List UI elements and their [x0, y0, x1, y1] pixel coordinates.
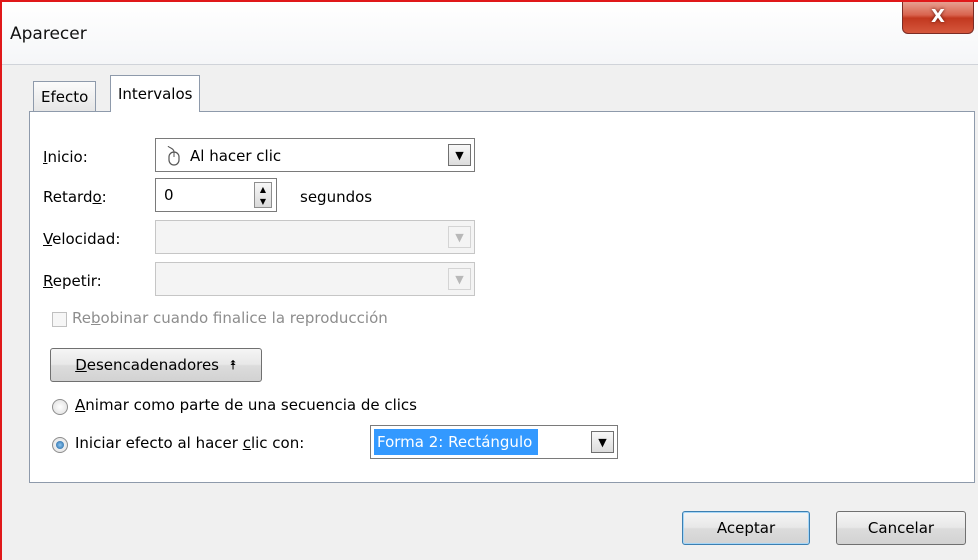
inicio-select[interactable]: Al hacer clic ▼: [155, 138, 475, 172]
cancel-button[interactable]: Cancelar: [836, 511, 966, 545]
mouse-icon: [167, 146, 180, 166]
ok-button[interactable]: Aceptar: [682, 511, 810, 545]
triggers-button-label: Desencadenadores: [75, 356, 219, 374]
trigger-shape-value: Forma 2: Rectángulo: [374, 429, 539, 455]
velocidad-label: Velocidad:: [43, 230, 121, 248]
retardo-value: 0: [164, 186, 174, 204]
velocidad-select[interactable]: ▼: [155, 220, 475, 254]
chevron-down-icon: ▼: [448, 226, 471, 248]
tab-intervalos-label: Intervalos: [118, 85, 193, 103]
rebobinar-label: Rebobinar cuando finalice la reproducció…: [72, 309, 388, 327]
radio-start-on-click[interactable]: [52, 437, 68, 453]
triggers-button[interactable]: Desencadenadores ⯭: [50, 348, 262, 382]
title-bar: Aparecer X: [2, 2, 978, 64]
repetir-label: Repetir:: [43, 272, 102, 290]
dialog-title: Aparecer: [10, 24, 87, 44]
cancel-button-label: Cancelar: [867, 519, 935, 537]
close-icon: X: [931, 6, 945, 27]
chevron-down-icon: ▼: [448, 268, 471, 290]
radio-animate-sequence-label: Animar como parte de una secuencia de cl…: [75, 396, 417, 414]
radio-animate-sequence[interactable]: [52, 399, 68, 415]
dialog-body: Efecto Intervalos Inicio: Al hacer clic …: [2, 64, 978, 560]
radio-start-on-click-label: Iniciar efecto al hacer clic con:: [75, 434, 305, 452]
chevron-down-icon[interactable]: ▼: [591, 431, 614, 453]
retardo-label: Retardo:: [43, 188, 107, 206]
tab-intervalos[interactable]: Intervalos: [110, 75, 201, 112]
collapse-arrows-icon: ⯭: [229, 357, 237, 373]
close-button[interactable]: X: [902, 2, 974, 34]
inicio-label: Inicio:: [43, 148, 88, 166]
footer: Aceptar Cancelar: [2, 497, 978, 560]
tab-panel-intervalos: Inicio: Al hacer clic ▼ Retardo: 0 ▲▼ s: [29, 111, 975, 483]
trigger-shape-select[interactable]: Forma 2: Rectángulo ▼: [370, 425, 618, 459]
dialog-window: Aparecer X Efecto Intervalos Inicio: Al: [2, 2, 978, 560]
retardo-stepper[interactable]: 0 ▲ ▼: [155, 178, 277, 212]
rebobinar-checkbox[interactable]: [52, 312, 67, 327]
inicio-value: Al hacer clic: [190, 147, 282, 165]
spin-arrows-icon[interactable]: ▲ ▼: [254, 182, 272, 208]
repetir-select[interactable]: ▼: [155, 262, 475, 296]
retardo-unit: segundos: [300, 188, 373, 206]
tab-efecto-label: Efecto: [41, 87, 89, 106]
ok-button-label: Aceptar: [716, 519, 776, 537]
tab-efecto[interactable]: Efecto: [33, 81, 97, 111]
chevron-down-icon[interactable]: ▼: [448, 144, 471, 166]
